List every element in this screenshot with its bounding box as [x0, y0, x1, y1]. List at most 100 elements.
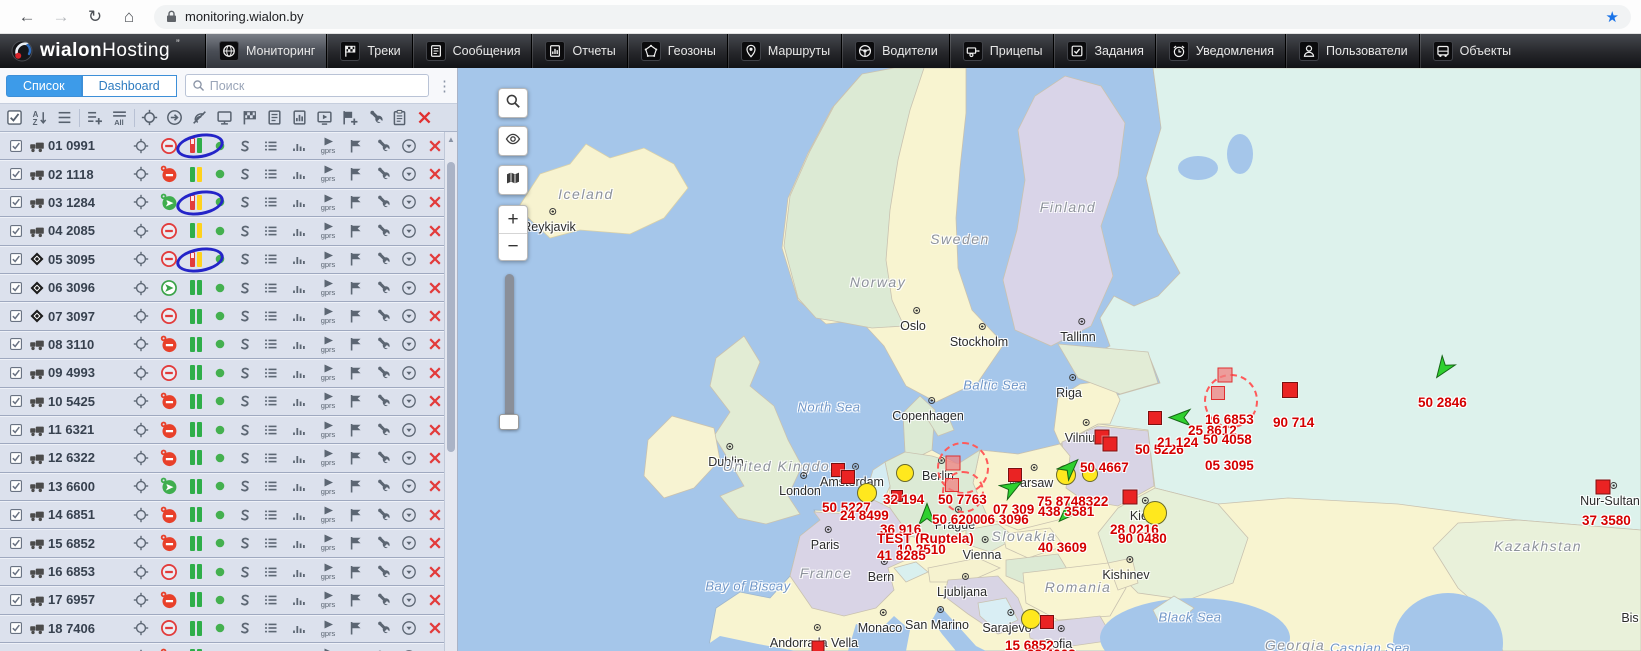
- expand-icon[interactable]: [395, 450, 422, 466]
- locate-crosshair-icon[interactable]: [128, 564, 154, 580]
- map-search-button[interactable]: [498, 88, 528, 118]
- unit-row[interactable]: 14 6851gprs: [0, 501, 457, 529]
- locate-crosshair-icon[interactable]: [128, 194, 154, 210]
- unit-checkbox-icon[interactable]: [6, 423, 26, 437]
- tab-list[interactable]: Список: [6, 75, 82, 97]
- map-layers-button[interactable]: [498, 165, 528, 195]
- quick-messages-icon[interactable]: [262, 106, 287, 130]
- unit-name[interactable]: 01 0991: [48, 138, 128, 153]
- driver-icon[interactable]: [232, 365, 257, 381]
- event-flag-icon[interactable]: [343, 308, 369, 324]
- pink-square-marker[interactable]: [1218, 368, 1233, 383]
- unit-settings-wrench-icon[interactable]: [369, 365, 395, 381]
- yellow-circle-marker[interactable]: [857, 483, 877, 503]
- red-square-marker[interactable]: [1596, 480, 1611, 495]
- locate-crosshair-icon[interactable]: [128, 535, 154, 551]
- list-view-icon[interactable]: [52, 106, 77, 130]
- driver-icon[interactable]: [232, 535, 257, 551]
- pink-square-marker[interactable]: [945, 478, 959, 492]
- red-square-marker[interactable]: [1282, 382, 1298, 398]
- unit-name[interactable]: 17 6957: [48, 592, 128, 607]
- unit-checkbox-icon[interactable]: [6, 536, 26, 550]
- unit-checkbox-icon[interactable]: [6, 281, 26, 295]
- unit-name[interactable]: 13 6600: [48, 479, 128, 494]
- chart-icon[interactable]: [285, 478, 313, 494]
- locate-crosshair-icon[interactable]: [128, 478, 154, 494]
- locate-crosshair-icon[interactable]: [128, 251, 154, 267]
- monitor-units-icon[interactable]: [212, 106, 237, 130]
- green-arrow-marker[interactable]: [1056, 454, 1084, 487]
- unit-checkbox-icon[interactable]: [6, 565, 26, 579]
- search-input[interactable]: [210, 79, 422, 93]
- expand-icon[interactable]: [395, 535, 422, 551]
- pink-square-marker[interactable]: [946, 456, 961, 471]
- expand-icon[interactable]: [395, 592, 422, 608]
- red-square-marker[interactable]: [1148, 411, 1162, 425]
- unit-name[interactable]: 08 3110: [48, 337, 128, 352]
- unit-settings-wrench-icon[interactable]: [369, 450, 395, 466]
- event-flag-icon[interactable]: [343, 365, 369, 381]
- unit-checkbox-icon[interactable]: [6, 167, 26, 181]
- chart-icon[interactable]: [285, 251, 313, 267]
- chart-icon[interactable]: [285, 194, 313, 210]
- gprs-icon[interactable]: gprs: [313, 392, 343, 410]
- driver-icon[interactable]: [232, 478, 257, 494]
- driver-icon[interactable]: [232, 592, 257, 608]
- scrollbar-thumb[interactable]: [447, 162, 455, 452]
- quick-report-icon[interactable]: [287, 106, 312, 130]
- yellow-circle-marker[interactable]: [1143, 501, 1167, 525]
- expand-icon[interactable]: [395, 620, 422, 636]
- unit-checkbox-icon[interactable]: [6, 451, 26, 465]
- quick-track-icon[interactable]: [237, 106, 262, 130]
- unit-settings-wrench-icon[interactable]: [369, 620, 395, 636]
- unit-settings-wrench-icon[interactable]: [369, 138, 395, 154]
- show-all-icon[interactable]: All: [107, 106, 132, 130]
- unit-settings-wrench-icon[interactable]: [369, 564, 395, 580]
- nav-tab-drivers[interactable]: Водители: [842, 34, 950, 68]
- nav-tab-notifications[interactable]: Уведомления: [1156, 34, 1286, 68]
- red-square-marker[interactable]: [1040, 615, 1054, 629]
- map-visibility-button[interactable]: [498, 126, 528, 156]
- locate-crosshair-icon[interactable]: [128, 592, 154, 608]
- sort-az-icon[interactable]: AZ: [27, 106, 52, 130]
- gprs-icon[interactable]: gprs: [313, 307, 343, 325]
- unit-settings-wrench-icon[interactable]: [369, 592, 395, 608]
- unit-checkbox-icon[interactable]: [6, 366, 26, 380]
- gprs-icon[interactable]: gprs: [313, 137, 343, 155]
- wialon-logo[interactable]: wialonHosting ”: [0, 34, 206, 68]
- messages-icon[interactable]: [257, 507, 285, 523]
- unit-settings-wrench-icon[interactable]: [369, 507, 395, 523]
- chart-icon[interactable]: [285, 564, 313, 580]
- unit-name[interactable]: 14 6851: [48, 507, 128, 522]
- nav-tab-reports[interactable]: Отчеты: [532, 34, 627, 68]
- event-flag-icon[interactable]: [343, 280, 369, 296]
- gprs-icon[interactable]: gprs: [313, 194, 343, 212]
- unit-row[interactable]: 16 6853gprs: [0, 558, 457, 586]
- driver-icon[interactable]: [232, 393, 257, 409]
- nav-tab-jobs[interactable]: Задания: [1054, 34, 1155, 68]
- messages-icon[interactable]: [257, 251, 285, 267]
- red-square-marker[interactable]: [1123, 490, 1138, 505]
- unit-checkbox-icon[interactable]: [6, 309, 26, 323]
- unit-settings-wrench-icon[interactable]: [369, 478, 395, 494]
- map-canvas[interactable]: IcelandReykjavikNorwaySwedenFinlandOsloS…: [458, 68, 1641, 651]
- unit-row[interactable]: 03 1284gprs: [0, 189, 457, 217]
- expand-icon[interactable]: [395, 393, 422, 409]
- expand-icon[interactable]: [395, 223, 422, 239]
- driver-icon[interactable]: [232, 450, 257, 466]
- gprs-icon[interactable]: gprs: [313, 620, 343, 638]
- gprs-icon[interactable]: gprs: [313, 222, 343, 240]
- locate-crosshair-icon[interactable]: [128, 308, 154, 324]
- unit-settings-wrench-icon[interactable]: [369, 194, 395, 210]
- green-arrow-marker[interactable]: [1429, 355, 1457, 388]
- gprs-icon[interactable]: gprs: [313, 251, 343, 269]
- driver-icon[interactable]: [232, 166, 257, 182]
- chart-icon[interactable]: [285, 422, 313, 438]
- unit-row[interactable]: 17 6957gprs: [0, 586, 457, 614]
- messages-icon[interactable]: [257, 478, 285, 494]
- unit-row[interactable]: 15 6852gprs: [0, 529, 457, 557]
- driver-icon[interactable]: [232, 422, 257, 438]
- unit-row[interactable]: 01 0991 gprs: [0, 132, 457, 160]
- gprs-icon[interactable]: gprs: [313, 421, 343, 439]
- unit-settings-wrench-icon[interactable]: [369, 251, 395, 267]
